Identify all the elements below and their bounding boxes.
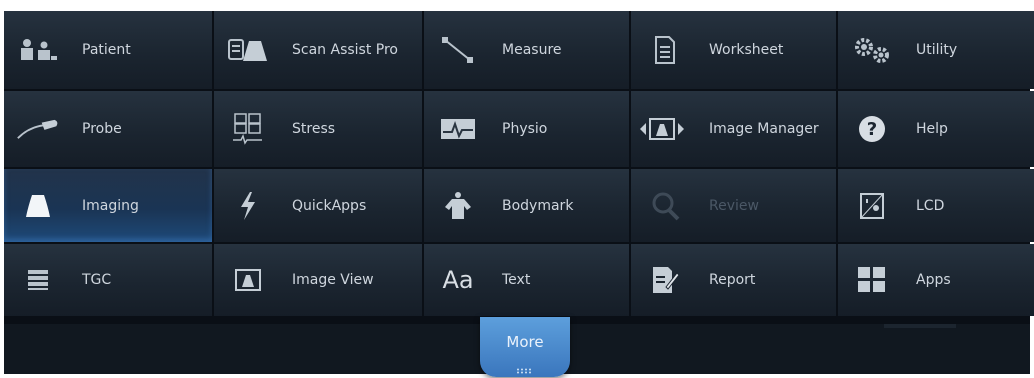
- tile-patient[interactable]: Patient: [4, 11, 212, 89]
- measure-icon: [436, 33, 480, 67]
- tile-label: Stress: [292, 121, 336, 137]
- tgc-icon: [16, 263, 60, 297]
- tile-utility[interactable]: Utility: [838, 11, 1034, 89]
- tile-label: QuickApps: [292, 197, 367, 214]
- tile-apps[interactable]: Apps: [838, 244, 1034, 316]
- text-icon: Aa: [442, 266, 474, 294]
- tile-label: Review: [709, 197, 759, 214]
- review-icon: [643, 189, 687, 223]
- tile-label: Utility: [916, 42, 958, 58]
- more-button[interactable]: More: [480, 317, 570, 377]
- more-label: More: [506, 333, 544, 351]
- report-icon: [643, 263, 687, 297]
- tile-label: Imaging: [82, 197, 139, 214]
- gears-icon: [850, 33, 894, 67]
- physio-icon: [436, 112, 480, 146]
- scroll-indicator: [884, 324, 956, 328]
- help-icon: ?: [850, 112, 894, 146]
- bodymark-icon: [436, 189, 480, 223]
- tile-probe[interactable]: Probe: [4, 91, 212, 167]
- tile-tgc[interactable]: TGC: [4, 244, 212, 316]
- tile-label: Probe: [82, 121, 122, 137]
- grip-dots-icon: [516, 360, 534, 374]
- tile-lcd[interactable]: LCD: [838, 169, 1034, 242]
- tile-label: Patient: [82, 42, 131, 58]
- tile-label: Scan Assist Pro: [292, 42, 398, 58]
- image-view-icon: [226, 263, 270, 297]
- tile-image-view[interactable]: Image View: [214, 244, 422, 316]
- tile-image-manager[interactable]: Image Manager: [631, 91, 836, 167]
- tile-label: Text: [502, 272, 531, 288]
- apps-icon: [850, 263, 894, 297]
- tile-label: Report: [709, 272, 756, 288]
- tile-label: Measure: [502, 42, 562, 58]
- tile-scan-assist-pro[interactable]: Scan Assist Pro: [214, 11, 422, 89]
- function-grid: Patient Scan Assist Pro Measure Workshee…: [4, 11, 1034, 324]
- tile-label: TGC: [82, 272, 112, 288]
- tile-label: Help: [916, 121, 948, 137]
- tile-quickapps[interactable]: QuickApps: [214, 169, 422, 242]
- probe-icon: [16, 112, 60, 146]
- tile-label: Worksheet: [709, 42, 784, 58]
- tile-worksheet[interactable]: Worksheet: [631, 11, 836, 89]
- tile-stress[interactable]: Stress: [214, 91, 422, 167]
- scan-assist-icon: [226, 33, 270, 67]
- stress-icon: [226, 112, 270, 146]
- lcd-icon: [850, 189, 894, 223]
- tile-label: Bodymark: [502, 197, 574, 214]
- imaging-icon: [16, 189, 60, 223]
- tile-label: Image View: [292, 272, 374, 288]
- tile-label: Physio: [502, 121, 548, 137]
- worksheet-icon: [643, 33, 687, 67]
- tile-text[interactable]: Aa Text: [424, 244, 629, 316]
- patient-icon: [16, 33, 60, 67]
- tile-help[interactable]: ? Help: [838, 91, 1034, 167]
- image-manager-icon: [633, 112, 693, 146]
- tile-label: LCD: [916, 197, 945, 214]
- tile-review[interactable]: Review: [631, 169, 836, 242]
- lightning-icon: [226, 189, 270, 223]
- tile-label: Image Manager: [709, 121, 819, 137]
- tile-measure[interactable]: Measure: [424, 11, 629, 89]
- tile-label: Apps: [916, 272, 951, 288]
- tile-report[interactable]: Report: [631, 244, 836, 316]
- svg-text:?: ?: [867, 119, 877, 140]
- tile-imaging[interactable]: Imaging: [4, 169, 212, 242]
- tile-physio[interactable]: Physio: [424, 91, 629, 167]
- tile-bodymark[interactable]: Bodymark: [424, 169, 629, 242]
- touch-panel: Patient Scan Assist Pro Measure Workshee…: [4, 11, 1034, 377]
